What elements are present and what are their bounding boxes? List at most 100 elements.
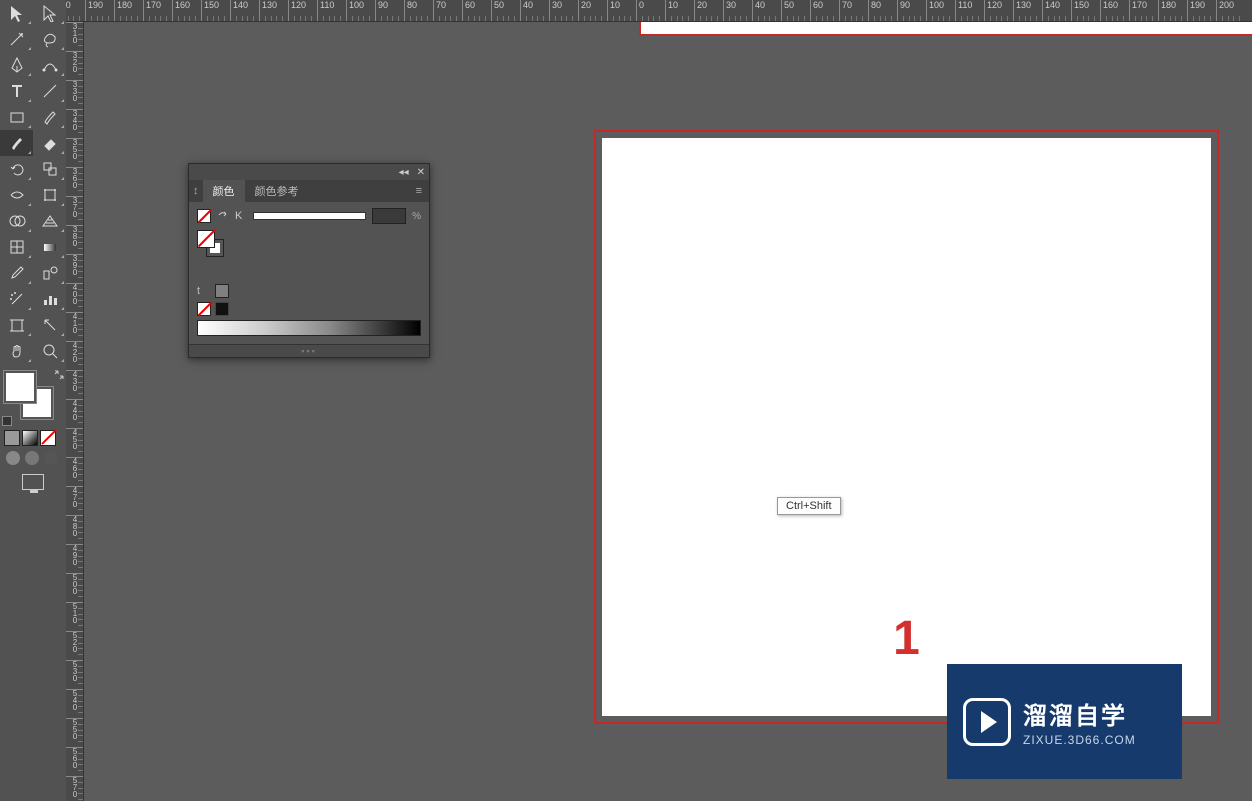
scale-tool[interactable] <box>33 156 66 182</box>
k-unit-label: % <box>412 211 421 222</box>
eyedropper-tool[interactable] <box>0 260 33 286</box>
type-tool[interactable] <box>0 78 33 104</box>
ruler-h-tick: 170 <box>143 0 161 22</box>
selection-tool[interactable] <box>0 0 33 26</box>
artboard-tool[interactable] <box>0 312 33 338</box>
ruler-h-tick: 120 <box>288 0 306 22</box>
page-number: 1 <box>893 611 920 666</box>
ruler-h-tick: 150 <box>1071 0 1089 22</box>
ruler-h-tick: 180 <box>114 0 132 22</box>
panel-close-icon[interactable]: ✕ <box>417 167 425 178</box>
k-slider[interactable] <box>253 212 366 220</box>
default-fill-stroke-icon[interactable] <box>2 416 12 426</box>
fill-swatch[interactable] <box>3 370 37 404</box>
ruler-h-tick: 190 <box>1187 0 1205 22</box>
ruler-h-tick: 170 <box>1129 0 1147 22</box>
blob-brush-tool[interactable] <box>0 130 33 156</box>
tab-color[interactable]: 颜色 <box>203 180 245 202</box>
rotate-tool[interactable] <box>0 156 33 182</box>
curvature-tool[interactable] <box>33 52 66 78</box>
blend-tool[interactable] <box>33 260 66 286</box>
screen-mode-button[interactable] <box>22 474 44 490</box>
artboard-1-outline[interactable]: 1 <box>594 130 1219 724</box>
lift-gray-swatch[interactable] <box>215 284 229 298</box>
lift-row: t <box>197 284 421 298</box>
ruler-horizontal[interactable]: 0102030405060708090100110120130140150160… <box>66 0 1252 22</box>
ruler-h-tick: 190 <box>85 0 103 22</box>
watermark: 溜溜自学 ZIXUE.3D66.COM <box>947 664 1182 779</box>
ruler-h-tick: 0 <box>636 0 644 22</box>
tab-color-guide[interactable]: 颜色参考 <box>245 180 309 202</box>
fill-none-button[interactable] <box>40 430 56 446</box>
watermark-title: 溜溜自学 <box>1023 696 1136 731</box>
fill-stroke-swatch[interactable] <box>0 368 66 428</box>
panel-body: K % t <box>189 202 429 344</box>
ruler-h-tick: 110 <box>955 0 972 22</box>
ruler-h-tick: 110 <box>317 0 334 22</box>
k-channel-label: K <box>235 210 247 222</box>
width-tool[interactable] <box>0 182 33 208</box>
panel-resize-grip[interactable]: ▪▪▪ <box>189 344 429 357</box>
panel-fill-stroke[interactable] <box>197 230 225 258</box>
ruler-h-tick: 140 <box>230 0 248 22</box>
zoom-tool[interactable] <box>33 338 66 364</box>
watermark-play-icon <box>963 698 1011 746</box>
panel-tabs: ↕ 颜色 颜色参考 ≡ <box>189 180 429 202</box>
k-value-input[interactable] <box>372 208 406 224</box>
rectangle-tool[interactable] <box>0 104 33 130</box>
slice-tool[interactable] <box>33 312 66 338</box>
panel-collapse-icon[interactable]: ◂◂ <box>399 167 409 178</box>
artboard-0-partial[interactable] <box>639 22 1252 36</box>
swap-mini-icon[interactable] <box>217 210 229 222</box>
mesh-tool[interactable] <box>0 234 33 260</box>
fill-type-row <box>0 428 66 448</box>
ruler-h-tick: 200 <box>1216 0 1234 22</box>
artboard-1-page[interactable]: 1 <box>602 138 1211 716</box>
magic-wand-tool[interactable] <box>0 26 33 52</box>
toolbox <box>0 0 66 801</box>
ruler-h-tick: 150 <box>201 0 219 22</box>
none-black-row <box>197 302 421 316</box>
ruler-h-tick: 130 <box>259 0 277 22</box>
lasso-tool[interactable] <box>33 26 66 52</box>
pen-tool[interactable] <box>0 52 33 78</box>
black-swatch[interactable] <box>215 302 229 316</box>
draw-behind-button[interactable] <box>25 451 39 465</box>
shortcut-tooltip: Ctrl+Shift <box>777 497 841 515</box>
perspective-grid-tool[interactable] <box>33 208 66 234</box>
ruler-h-tick: 180 <box>1158 0 1176 22</box>
ruler-h-tick: 120 <box>984 0 1002 22</box>
shape-builder-tool[interactable] <box>0 208 33 234</box>
ruler-h-tick: 160 <box>1100 0 1118 22</box>
symbol-sprayer-tool[interactable] <box>0 286 33 312</box>
color-panel[interactable]: ◂◂ ✕ ↕ 颜色 颜色参考 ≡ K % t ▪▪▪ <box>188 163 430 358</box>
eraser-tool[interactable] <box>33 130 66 156</box>
mini-fill-swatch[interactable] <box>197 209 211 223</box>
grayscale-spectrum[interactable] <box>197 320 421 336</box>
ruler-vertical[interactable]: 3 1 03 2 03 3 03 4 03 5 03 6 03 7 03 8 0… <box>66 22 84 801</box>
draw-mode-row <box>0 448 66 468</box>
panel-cycle-icon[interactable]: ↕ <box>189 185 203 197</box>
gradient-tool[interactable] <box>33 234 66 260</box>
lift-icon[interactable]: t <box>197 285 209 297</box>
column-graph-tool[interactable] <box>33 286 66 312</box>
ruler-h-tick: 100 <box>346 0 364 22</box>
fill-gradient-button[interactable] <box>22 430 38 446</box>
free-transform-tool[interactable] <box>33 182 66 208</box>
ruler-h-tick: 160 <box>172 0 190 22</box>
watermark-url: ZIXUE.3D66.COM <box>1023 733 1136 747</box>
direct-selection-tool[interactable] <box>33 0 66 26</box>
draw-inside-button[interactable] <box>44 451 58 465</box>
ruler-h-tick: 100 <box>926 0 944 22</box>
panel-fill-swatch[interactable] <box>197 230 215 248</box>
swap-fill-stroke-icon[interactable] <box>54 370 64 380</box>
panel-menu-icon[interactable]: ≡ <box>410 185 429 197</box>
fill-color-button[interactable] <box>4 430 20 446</box>
ruler-h-tick: 140 <box>1042 0 1060 22</box>
hand-tool[interactable] <box>0 338 33 364</box>
none-swatch[interactable] <box>197 302 211 316</box>
draw-normal-button[interactable] <box>6 451 20 465</box>
paintbrush-tool[interactable] <box>33 104 66 130</box>
line-segment-tool[interactable] <box>33 78 66 104</box>
panel-titlebar[interactable]: ◂◂ ✕ <box>189 164 429 180</box>
